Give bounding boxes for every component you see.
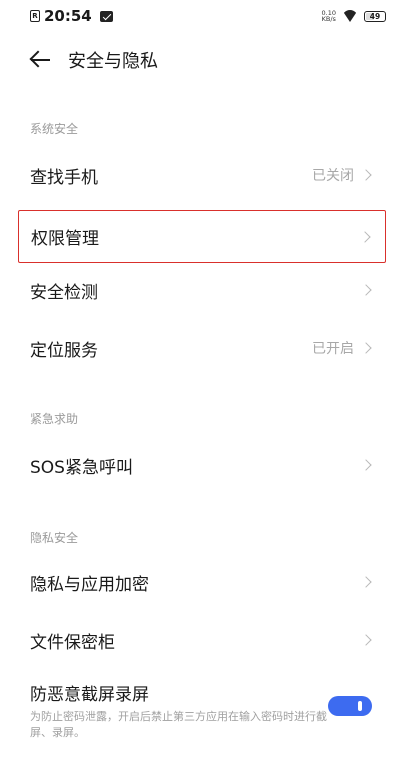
row-right — [360, 634, 374, 646]
sim-label: R — [32, 12, 38, 20]
chevron-right-icon — [360, 459, 372, 471]
section-label-emergency: 紧急求助 — [30, 412, 79, 426]
row-label: 查找手机 — [30, 167, 98, 188]
network-speed: 0.10 KB/s — [321, 10, 336, 23]
message-icon — [99, 10, 113, 22]
row-right — [359, 230, 373, 243]
privacy-app-encryption-row[interactable]: 隐私与应用加密 — [18, 557, 386, 607]
row-label: SOS紧急呼叫 — [30, 457, 133, 478]
row-right — [360, 459, 374, 471]
clock: 20:54 — [44, 7, 92, 25]
chevron-right-icon — [359, 230, 371, 243]
security-check-row[interactable]: 安全检测 — [18, 265, 386, 315]
screen-protect-row: 防恶意截屏录屏 为防止密码泄露，开启后禁止第三方应用在输入密码时进行截屏、录屏。 — [18, 676, 386, 739]
wifi-icon — [342, 10, 358, 22]
row-right — [360, 284, 374, 296]
screen-protect-description: 为防止密码泄露，开启后禁止第三方应用在输入密码时进行截屏、录屏。 — [30, 710, 327, 739]
section-label-system-security: 系统安全 — [30, 122, 79, 136]
page-title: 安全与隐私 — [68, 51, 158, 72]
chevron-right-icon — [360, 284, 372, 296]
chevron-right-icon — [360, 342, 372, 354]
row-right: 已关闭 — [312, 165, 374, 185]
arrow-left-icon[interactable] — [28, 50, 54, 70]
screen-protect-toggle[interactable] — [328, 696, 372, 716]
status-bar-right: 0.10 KB/s 49 — [322, 10, 386, 22]
chevron-right-icon — [360, 576, 372, 588]
battery-icon: 49 — [364, 10, 386, 22]
sim-icon: R — [30, 10, 40, 22]
chevron-right-icon — [360, 169, 372, 181]
status-bar: R 20:54 0.10 KB/s 49 — [0, 0, 404, 32]
file-safe-row[interactable]: 文件保密柜 — [18, 615, 386, 665]
screen-protect-title: 防恶意截屏录屏 — [30, 685, 149, 705]
location-service-row[interactable]: 定位服务 已开启 — [18, 323, 386, 373]
row-label: 文件保密柜 — [30, 632, 115, 653]
row-label: 安全检测 — [30, 282, 98, 303]
sos-call-row[interactable]: SOS紧急呼叫 — [18, 440, 386, 490]
chevron-right-icon — [360, 634, 372, 646]
row-right: 已开启 — [312, 338, 374, 358]
row-label: 隐私与应用加密 — [30, 574, 149, 595]
find-phone-row[interactable]: 查找手机 已关闭 — [18, 150, 386, 200]
permission-management-row[interactable]: 权限管理 — [18, 210, 386, 263]
page-header: 安全与隐私 — [0, 40, 404, 80]
battery-level: 49 — [369, 11, 381, 21]
network-speed-unit: KB/s — [321, 15, 336, 23]
status-bar-left: R 20:54 — [30, 7, 113, 25]
row-right — [360, 576, 374, 588]
section-label-privacy: 隐私安全 — [30, 531, 79, 545]
find-phone-status: 已关闭 — [312, 168, 354, 184]
toggle-knob — [358, 701, 362, 711]
row-label: 定位服务 — [30, 340, 98, 361]
location-service-status: 已开启 — [312, 341, 354, 357]
row-label: 权限管理 — [31, 229, 99, 249]
